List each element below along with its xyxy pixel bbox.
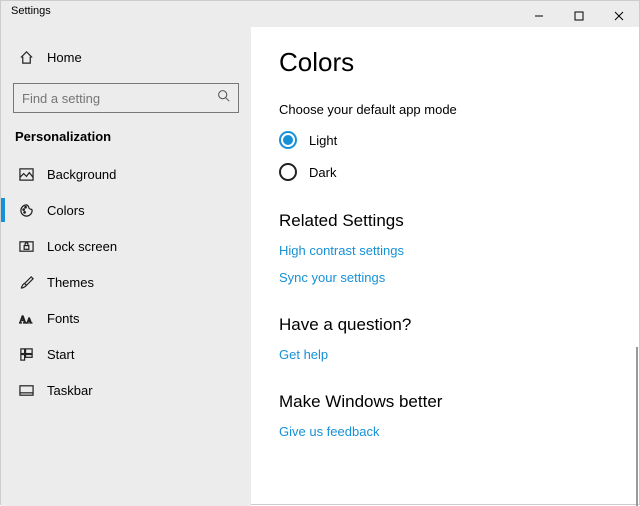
titlebar: Settings <box>1 1 639 27</box>
link-high-contrast[interactable]: High contrast settings <box>279 243 611 258</box>
sidebar-item-label: Fonts <box>47 311 80 326</box>
sidebar-item-label: Taskbar <box>47 383 93 398</box>
sidebar-item-label: Themes <box>47 275 94 290</box>
mode-prompt: Choose your default app mode <box>279 102 611 117</box>
content-pane: Colors Choose your default app mode Ligh… <box>251 27 639 506</box>
related-header: Related Settings <box>279 211 611 231</box>
sidebar-item-background[interactable]: Background <box>13 156 239 192</box>
palette-icon <box>15 203 37 218</box>
svg-text:A: A <box>26 316 32 325</box>
sidebar-item-label: Start <box>47 347 74 362</box>
scrollbar[interactable] <box>636 347 638 506</box>
brush-icon <box>15 275 37 290</box>
search-box[interactable] <box>13 83 239 113</box>
start-icon <box>15 347 37 362</box>
search-input[interactable] <box>22 91 217 106</box>
sidebar-item-fonts[interactable]: AA Fonts <box>13 300 239 336</box>
sidebar-item-label: Colors <box>47 203 85 218</box>
sidebar-item-lockscreen[interactable]: Lock screen <box>13 228 239 264</box>
page-title: Colors <box>279 47 611 78</box>
help-header: Have a question? <box>279 315 611 335</box>
link-get-help[interactable]: Get help <box>279 347 611 362</box>
sidebar-item-label: Lock screen <box>47 239 117 254</box>
radio-icon <box>279 131 297 149</box>
fonts-icon: AA <box>15 311 37 326</box>
search-icon <box>217 89 230 107</box>
sidebar-item-colors[interactable]: Colors <box>13 192 239 228</box>
radio-label: Light <box>309 133 337 148</box>
home-label: Home <box>47 50 82 65</box>
section-header: Personalization <box>15 129 239 144</box>
radio-dark[interactable]: Dark <box>279 163 611 181</box>
minimize-button[interactable] <box>519 5 559 27</box>
sidebar-item-taskbar[interactable]: Taskbar <box>13 372 239 408</box>
radio-icon <box>279 163 297 181</box>
radio-label: Dark <box>309 165 336 180</box>
lockscreen-icon <box>15 239 37 254</box>
image-icon <box>15 167 37 182</box>
maximize-button[interactable] <box>559 5 599 27</box>
home-button[interactable]: Home <box>13 39 239 75</box>
radio-light[interactable]: Light <box>279 131 611 149</box>
link-sync[interactable]: Sync your settings <box>279 270 611 285</box>
taskbar-icon <box>15 383 37 398</box>
window-title: Settings <box>11 5 51 17</box>
sidebar-item-start[interactable]: Start <box>13 336 239 372</box>
sidebar-item-label: Background <box>47 167 116 182</box>
sidebar: Home Personalization Background Colors <box>1 27 251 506</box>
feedback-header: Make Windows better <box>279 392 611 412</box>
sidebar-item-themes[interactable]: Themes <box>13 264 239 300</box>
close-button[interactable] <box>599 5 639 27</box>
link-feedback[interactable]: Give us feedback <box>279 424 611 439</box>
home-icon <box>15 50 37 65</box>
